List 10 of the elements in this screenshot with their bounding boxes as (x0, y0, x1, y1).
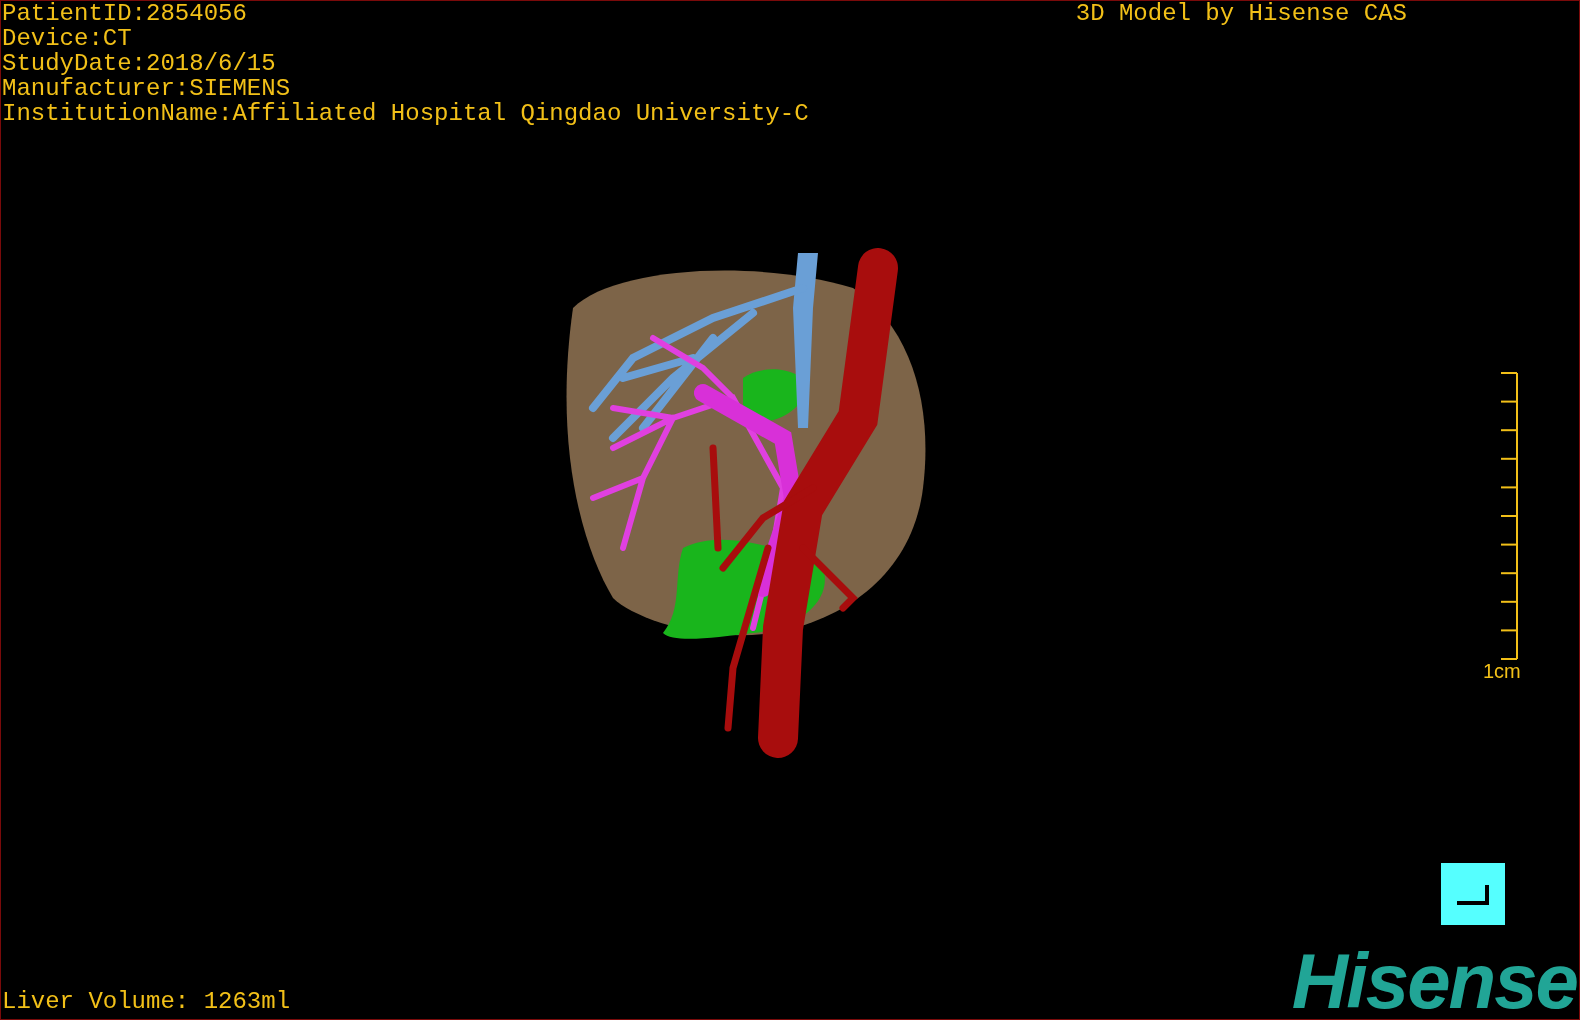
brand-text: 3D Model by Hisense CAS (1075, 1, 1407, 29)
study-info-text: StudyDate:2018/6/15 (2, 51, 277, 76)
study-info-text: Device:CT (2, 26, 133, 51)
study-info-text: InstitutionName:Affiliated Hospital Qingdao University-C (2, 101, 809, 126)
corner-button[interactable] (1441, 863, 1505, 925)
study-info-text: Manufacturer:SIEMENS (2, 76, 292, 101)
scale-label: 1cm (1483, 660, 1521, 682)
logo: Hisense (1291, 943, 1577, 1019)
liver-volume-text: Liver Volume: 1263ml (1, 989, 291, 1017)
study-info-text: PatientID:2854056 (2, 1, 248, 26)
